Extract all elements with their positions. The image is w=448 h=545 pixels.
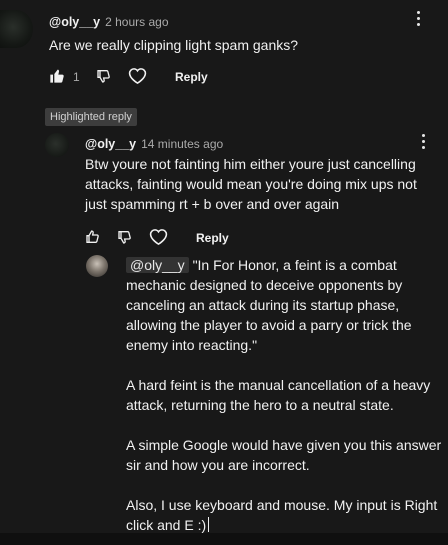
bottom-bar bbox=[0, 533, 448, 545]
compose-line: sir and how you are incorrect. bbox=[126, 457, 310, 473]
reply-compose-input[interactable]: @oly__y "In For Honor, a feint is a comb… bbox=[126, 255, 446, 535]
vertical-ellipsis-icon bbox=[417, 11, 420, 14]
compose-line: mechanic designed to deceive opponents b… bbox=[126, 277, 403, 293]
compose-line: A hard feint is the manual cancellation … bbox=[126, 377, 431, 393]
reply-text-line: just spamming rt + b over and over again bbox=[85, 196, 340, 212]
reply-text: Btw youre not fainting him either youre … bbox=[85, 154, 445, 214]
reply-like-button[interactable] bbox=[85, 229, 101, 245]
reply-avatar[interactable] bbox=[45, 133, 69, 157]
compose-line: @oly__y "In For Honor, a feint is a comb… bbox=[126, 257, 397, 273]
reply-menu-button[interactable] bbox=[422, 134, 426, 152]
mention-chip[interactable]: @oly__y bbox=[126, 257, 189, 273]
thumbs-down-icon bbox=[118, 231, 131, 244]
dislike-button[interactable] bbox=[96, 68, 112, 84]
thumbs-up-icon bbox=[86, 230, 99, 243]
comment-text: Are we really clipping light spam ganks? bbox=[49, 37, 299, 53]
heart-icon bbox=[128, 68, 147, 85]
reply-text-line: Btw youre not fainting him either youre … bbox=[85, 156, 416, 172]
comment-timestamp[interactable]: 2 hours ago bbox=[105, 15, 168, 29]
compose-line: Also, I use keyboard and mouse. My input… bbox=[126, 497, 438, 513]
compose-line: click and E :) bbox=[126, 517, 207, 533]
comment-menu-button[interactable] bbox=[417, 11, 421, 29]
comment-author[interactable]: @oly__y bbox=[49, 15, 100, 29]
reply-heart-button[interactable] bbox=[149, 228, 168, 246]
heart-button[interactable] bbox=[128, 67, 147, 85]
reply-author[interactable]: @oly__y bbox=[85, 137, 136, 151]
compose-line: A simple Google would have given you thi… bbox=[126, 437, 442, 453]
compose-paragraph: A simple Google would have given you thi… bbox=[126, 435, 446, 475]
reply-dislike-button[interactable] bbox=[117, 229, 133, 245]
heart-icon bbox=[149, 229, 168, 246]
vertical-ellipsis-icon bbox=[422, 134, 425, 137]
comment-header: @oly__y 2 hours ago bbox=[49, 13, 169, 31]
compose-line: allowing the player to avoid a parry or … bbox=[126, 317, 412, 333]
avatar[interactable] bbox=[0, 10, 33, 48]
compose-line: enemy into reacting." bbox=[126, 337, 258, 353]
text-cursor bbox=[208, 517, 210, 532]
compose-line: canceling an attack during its startup p… bbox=[126, 297, 400, 313]
highlighted-reply-badge: Highlighted reply bbox=[45, 108, 137, 126]
thumbs-up-icon bbox=[50, 69, 64, 83]
reply-reply-button[interactable]: Reply bbox=[196, 231, 229, 245]
reply-timestamp[interactable]: 14 minutes ago bbox=[141, 137, 223, 151]
thumbs-down-icon bbox=[97, 70, 110, 83]
compose-line: attack, returning the hero to a neutral … bbox=[126, 397, 394, 413]
reply-header: @oly__y 14 minutes ago bbox=[85, 135, 223, 153]
like-button[interactable] bbox=[49, 68, 65, 84]
compose-paragraph: Also, I use keyboard and mouse. My input… bbox=[126, 495, 446, 535]
my-avatar bbox=[86, 255, 108, 277]
reply-text-line: attacks, fainting would mean you're doin… bbox=[85, 176, 417, 192]
reply-button[interactable]: Reply bbox=[175, 70, 208, 84]
compose-paragraph: @oly__y "In For Honor, a feint is a comb… bbox=[126, 255, 446, 355]
compose-paragraph: A hard feint is the manual cancellation … bbox=[126, 375, 446, 415]
like-count: 1 bbox=[73, 70, 80, 84]
